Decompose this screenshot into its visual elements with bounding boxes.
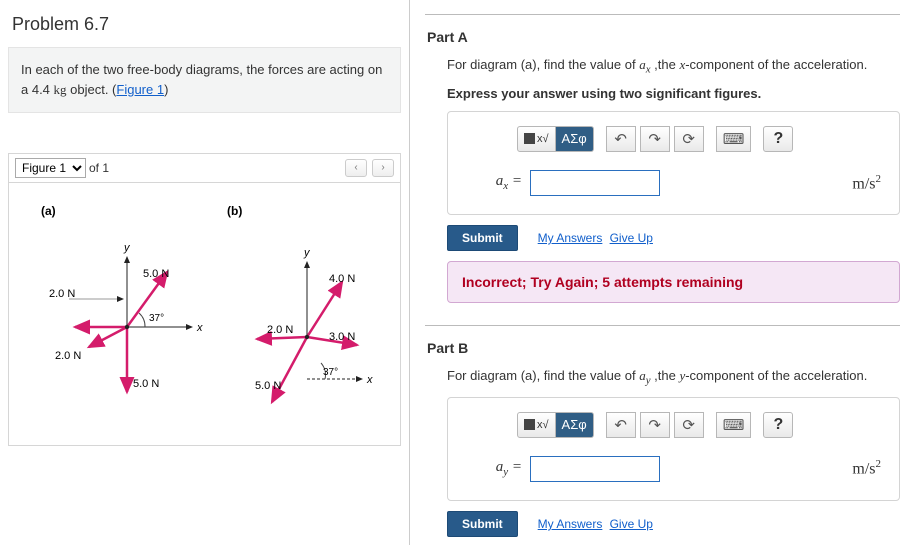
part-b-heading: Part B (427, 340, 900, 356)
answer-toolbar-a: x√ ΑΣφ ↶ ↷ ⟳ ⌨ ? (517, 126, 885, 152)
part-b-variable: ay = (466, 459, 522, 478)
svg-text:2.0 N: 2.0 N (267, 324, 293, 336)
prompt-text-3: ) (164, 82, 168, 97)
problem-prompt: In each of the two free-body diagrams, t… (8, 47, 401, 113)
svg-text:37°: 37° (149, 313, 164, 324)
part-a-answer-panel: x√ ΑΣφ ↶ ↷ ⟳ ⌨ ? ax = m/s2 (447, 111, 900, 215)
part-a-submit-button[interactable]: Submit (447, 225, 518, 251)
keyboard-button[interactable]: ⌨ (716, 412, 752, 438)
figure-pane: (a) x y 5.0 N 2.0 N 2.0 N 5.0 N 3 (8, 182, 401, 446)
undo-button[interactable]: ↶ (606, 126, 636, 152)
help-button[interactable]: ? (763, 412, 793, 438)
part-b-unit: m/s2 (852, 458, 881, 478)
svg-text:y: y (123, 242, 131, 254)
part-b-my-answers-link[interactable]: My Answers (538, 517, 603, 531)
svg-text:3.0 N: 3.0 N (329, 331, 355, 343)
svg-text:5.0 N: 5.0 N (143, 268, 169, 280)
part-a-feedback: Incorrect; Try Again; 5 attempts remaini… (447, 261, 900, 303)
figure-prev-button[interactable]: ‹ (345, 159, 367, 177)
keyboard-button[interactable]: ⌨ (716, 126, 752, 152)
svg-text:2.0 N: 2.0 N (55, 350, 81, 362)
svg-text:x: x (196, 322, 203, 334)
svg-text:5.0 N: 5.0 N (133, 378, 159, 390)
redo-button[interactable]: ↷ (640, 126, 670, 152)
reset-button[interactable]: ⟳ (674, 412, 704, 438)
figure-select[interactable]: Figure 1 (15, 158, 86, 178)
greek-button[interactable]: ΑΣφ (556, 412, 594, 438)
diagram-a-label: (a) (41, 204, 56, 218)
help-button[interactable]: ? (763, 126, 793, 152)
svg-text:x: x (366, 374, 373, 386)
greek-button[interactable]: ΑΣφ (556, 126, 594, 152)
part-b-submit-button[interactable]: Submit (447, 511, 518, 537)
svg-text:37°: 37° (323, 367, 338, 378)
templates-button[interactable]: x√ (517, 126, 556, 152)
svg-text:2.0 N: 2.0 N (49, 288, 75, 300)
part-a-unit: m/s2 (852, 173, 881, 193)
part-a-my-answers-link[interactable]: My Answers (538, 231, 603, 245)
part-a-give-up-link[interactable]: Give Up (610, 231, 653, 245)
part-b-answer-panel: x√ ΑΣφ ↶ ↷ ⟳ ⌨ ? ay = m/s2 (447, 397, 900, 501)
figure-count: of 1 (89, 161, 109, 175)
undo-button[interactable]: ↶ (606, 412, 636, 438)
redo-button[interactable]: ↷ (640, 412, 670, 438)
part-b-description: For diagram (a), find the value of ay ,t… (447, 366, 900, 389)
problem-title: Problem 6.7 (8, 8, 401, 47)
prompt-text-2: object. ( (67, 82, 117, 97)
figure-next-button[interactable]: › (372, 159, 394, 177)
svg-text:4.0 N: 4.0 N (329, 273, 355, 285)
figure-toolbar: Figure 1 of 1 ‹ › (8, 153, 401, 182)
templates-button[interactable]: x√ (517, 412, 556, 438)
part-b-give-up-link[interactable]: Give Up (610, 517, 653, 531)
part-a-answer-input[interactable] (530, 170, 660, 196)
part-b-answer-input[interactable] (530, 456, 660, 482)
free-body-diagrams: (a) x y 5.0 N 2.0 N 2.0 N 5.0 N 3 (17, 197, 397, 437)
diagram-b-label: (b) (227, 204, 242, 218)
part-a-heading: Part A (427, 29, 900, 45)
reset-button[interactable]: ⟳ (674, 126, 704, 152)
svg-text:y: y (303, 247, 311, 259)
prompt-unit: kg (54, 82, 67, 97)
part-a-instruction: Express your answer using two significan… (447, 86, 900, 101)
answer-toolbar-b: x√ ΑΣφ ↶ ↷ ⟳ ⌨ ? (517, 412, 885, 438)
figure-link[interactable]: Figure 1 (116, 82, 164, 97)
part-a-variable: ax = (466, 173, 522, 192)
part-a-description: For diagram (a), find the value of ax ,t… (447, 55, 900, 78)
svg-text:5.0 N: 5.0 N (255, 380, 281, 392)
